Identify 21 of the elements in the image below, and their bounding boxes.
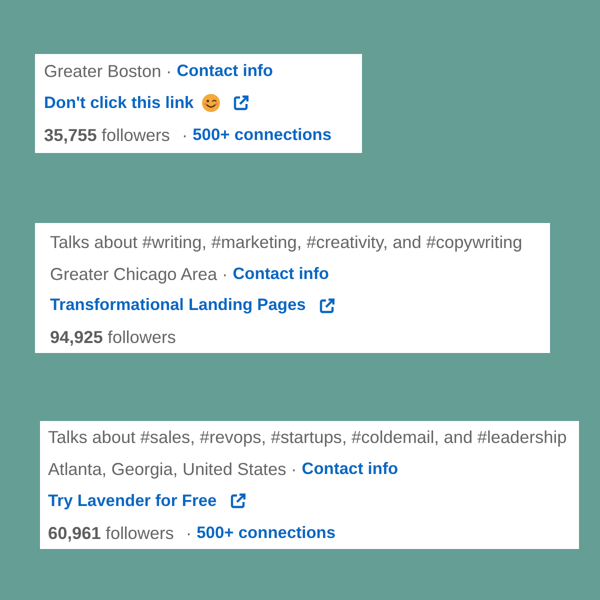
followers-count: 60,961 followers <box>48 522 174 544</box>
location-text: Atlanta, Georgia, United States · <box>48 459 297 480</box>
contact-info-link[interactable]: Contact info <box>176 62 273 80</box>
contact-info-link[interactable]: Contact info <box>232 264 329 284</box>
topics-text: Talks about #writing, #marketing, #creativity, and #copywriting <box>50 232 522 254</box>
external-link-icon <box>232 95 249 111</box>
external-link-icon <box>230 493 246 510</box>
external-link-icon <box>318 298 335 314</box>
separator-dot: · <box>182 124 188 146</box>
connections-link[interactable]: 500+ connections <box>192 126 332 144</box>
website-link[interactable]: Transformational Landing Pages <box>50 296 335 316</box>
followers-count: 94,925 followers <box>50 326 176 348</box>
topics-text: Talks about #sales, #revops, #startups, #coldemail, and #leadership <box>48 427 567 448</box>
website-link[interactable]: Try Lavender for Free <box>48 492 246 511</box>
location-text: Greater Chicago Area · <box>50 264 228 285</box>
followers-count: 35,755 followers <box>44 124 170 146</box>
location-text: Greater Boston · <box>44 60 172 82</box>
website-link[interactable]: Don't click this link <box>44 94 249 112</box>
contact-info-link[interactable]: Contact info <box>302 460 398 480</box>
separator-dot: · <box>186 522 192 544</box>
connections-link[interactable]: 500+ connections <box>196 524 336 543</box>
